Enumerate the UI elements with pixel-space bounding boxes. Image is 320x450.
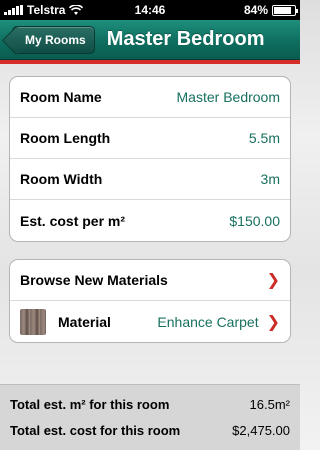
- material-right: Enhance Carpet ❯: [157, 312, 280, 332]
- room-details-group: Room Name Master Bedroom Room Length 5.5…: [9, 76, 291, 242]
- status-bar: Telstra 14:46 84%: [0, 0, 300, 20]
- row-label: Room Name: [20, 89, 102, 105]
- status-time: 14:46: [134, 3, 166, 17]
- room-length-row[interactable]: Room Length 5.5m: [10, 118, 290, 159]
- material-left: Material: [20, 308, 111, 335]
- back-button[interactable]: My Rooms: [12, 25, 95, 54]
- page-title: Master Bedroom: [106, 28, 265, 50]
- row-label: Est. cost per m²: [20, 212, 126, 229]
- material-label: Material: [58, 313, 111, 330]
- chevron-right-icon: ❯: [266, 272, 280, 289]
- nav-accent-line: [0, 60, 300, 64]
- total-cost-row: Total est. cost for this room $2,475.00: [10, 417, 290, 443]
- material-thumbnail: [20, 308, 46, 335]
- battery-percent: 84%: [243, 3, 268, 17]
- total-cost-value: $2,475.00: [232, 422, 290, 438]
- materials-group: Browse New Materials ❯ Material Enhance …: [9, 259, 291, 343]
- room-name-row[interactable]: Room Name Master Bedroom: [10, 77, 290, 118]
- total-cost-label: Total est. cost for this room: [10, 422, 181, 438]
- room-name-value: Master Bedroom: [176, 89, 280, 105]
- material-row[interactable]: Material Enhance Carpet ❯: [10, 301, 290, 342]
- row-label: Room Width: [20, 171, 103, 187]
- back-button-label: My Rooms: [25, 32, 86, 47]
- browse-materials-row[interactable]: Browse New Materials ❯: [10, 260, 290, 301]
- total-area-row: Total est. m² for this room 16.5m²: [10, 391, 290, 417]
- total-area-value: 16.5m²: [249, 396, 290, 412]
- cost-per-m2-row[interactable]: Est. cost per m² $150.00: [10, 200, 290, 241]
- browse-materials-label: Browse New Materials: [20, 272, 168, 288]
- totals-footer: Total est. m² for this room 16.5m² Total…: [0, 384, 300, 450]
- status-right: 84%: [243, 3, 298, 17]
- room-width-value: 3m: [260, 171, 280, 187]
- battery-fill: [274, 6, 291, 14]
- navigation-bar: My Rooms Master Bedroom: [0, 20, 300, 60]
- material-value: Enhance Carpet: [157, 313, 259, 330]
- status-left: Telstra: [4, 3, 84, 17]
- signal-strength-icon: [4, 5, 23, 15]
- room-length-value: 5.5m: [248, 130, 280, 146]
- row-label: Room Length: [20, 130, 111, 146]
- chevron-right-icon: ❯: [266, 313, 280, 331]
- cost-per-m2-value: $150.00: [229, 212, 280, 229]
- room-width-row[interactable]: Room Width 3m: [10, 159, 290, 200]
- carrier-name: Telstra: [27, 3, 66, 17]
- total-area-label: Total est. m² for this room: [10, 396, 170, 412]
- wifi-icon: [69, 4, 84, 15]
- battery-icon: [272, 4, 298, 16]
